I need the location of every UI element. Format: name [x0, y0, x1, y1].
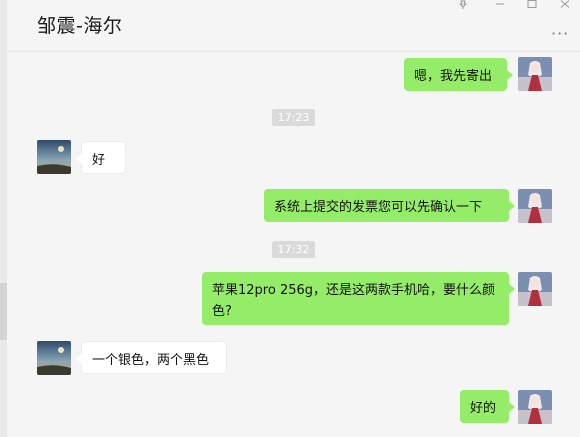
message-list: 嗯，我先寄出 17:23 好 系统上提交的发票您可以先确认一下 17:32 苹果…	[7, 52, 580, 437]
message-text: 系统上提交的发票您可以先确认一下	[274, 200, 483, 215]
my-avatar[interactable]	[518, 57, 552, 91]
message-text: 苹果12pro 256g，还是这两款手机哈，要什么颜色?	[212, 283, 496, 319]
window-left-edge	[0, 0, 7, 437]
contact-avatar[interactable]	[37, 341, 71, 375]
more-icon[interactable]: ···	[551, 24, 569, 43]
sent-message-bubble[interactable]: 嗯，我先寄出	[404, 58, 513, 91]
pin-icon[interactable]	[458, 0, 468, 10]
message-text: 一个银色，两个黑色	[92, 353, 210, 368]
message-text: 好的	[470, 401, 497, 416]
my-avatar[interactable]	[518, 272, 552, 306]
contact-avatar[interactable]	[37, 140, 71, 174]
my-avatar[interactable]	[518, 189, 552, 223]
maximize-icon[interactable]	[527, 0, 537, 10]
received-message-bubble[interactable]: 一个银色，两个黑色	[76, 341, 227, 374]
sent-message-bubble[interactable]: 苹果12pro 256g，还是这两款手机哈，要什么颜色?	[202, 272, 515, 325]
timestamp: 17:23	[272, 109, 315, 126]
message-text: 嗯，我先寄出	[414, 69, 493, 84]
close-icon[interactable]	[560, 0, 570, 10]
timestamp: 17:32	[272, 241, 315, 258]
message-text: 好	[92, 153, 106, 168]
received-message-bubble[interactable]: 好	[76, 141, 126, 174]
chat-header: 邹震-海尔 ···	[7, 0, 580, 52]
scroll-thumb[interactable]	[0, 283, 7, 340]
my-avatar[interactable]	[518, 390, 552, 424]
sent-message-bubble[interactable]: 好的	[460, 390, 515, 423]
sent-message-bubble[interactable]: 系统上提交的发票您可以先确认一下	[264, 189, 515, 222]
minimize-icon[interactable]	[495, 0, 505, 9]
chat-title: 邹震-海尔	[37, 15, 123, 37]
